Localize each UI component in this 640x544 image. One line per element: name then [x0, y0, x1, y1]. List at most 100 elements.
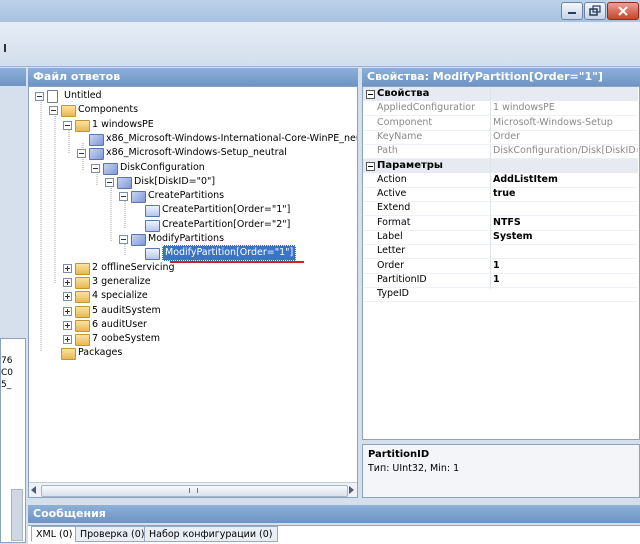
answer-file-header: Файл ответов	[28, 68, 358, 86]
property-value[interactable]: 1	[493, 259, 638, 273]
tree-node-label: x86_Microsoft-Windows-International-Core…	[106, 132, 358, 144]
expand-icon[interactable]	[63, 292, 72, 302]
expand-icon[interactable]	[63, 320, 72, 330]
property-value[interactable]: NTFS	[493, 216, 638, 230]
tree-node-selected[interactable]: ModifyPartition[Order="1"]	[29, 245, 357, 262]
tree-horizontal-scrollbar[interactable]	[29, 482, 357, 497]
category-title: Свойства	[377, 88, 430, 99]
tree-node[interactable]: 4 specialize	[29, 289, 357, 304]
component-icon	[89, 133, 104, 146]
property-row[interactable]: Label System	[363, 230, 638, 245]
property-value[interactable]: System	[493, 230, 638, 244]
left-scrollbar[interactable]	[11, 489, 23, 541]
tree-node[interactable]: Disk[DiskID="0"]	[29, 175, 357, 189]
collapse-icon[interactable]	[119, 235, 128, 244]
collapse-icon[interactable]	[63, 120, 72, 130]
property-row[interactable]: Component Microsoft-Windows-Setup	[363, 116, 638, 131]
property-row[interactable]: TypeID	[363, 287, 638, 303]
minimize-icon	[568, 12, 576, 14]
property-row[interactable]: Active true	[363, 187, 638, 203]
scroll-left-icon[interactable]	[31, 486, 36, 494]
expand-icon[interactable]	[63, 277, 72, 287]
component-icon	[117, 176, 132, 189]
property-category[interactable]: Свойства	[363, 87, 638, 101]
tree-node[interactable]: CreatePartitions	[29, 189, 357, 204]
tree-node[interactable]: 5 auditSystem	[29, 304, 357, 318]
restore-button[interactable]	[584, 2, 606, 20]
collapse-icon[interactable]	[49, 106, 58, 116]
collapse-icon[interactable]	[119, 192, 128, 202]
property-row[interactable]: Action AddListItem	[363, 173, 638, 188]
folder-icon	[61, 348, 76, 361]
tab-configuration-set[interactable]: Набор конфигурации (0)	[144, 526, 278, 542]
property-grid[interactable]: Свойства AppliedConfigurationPass 1 window…	[362, 86, 640, 440]
collapse-icon[interactable]	[105, 177, 114, 187]
tree-node[interactable]: CreatePartition[Order="2"]	[29, 218, 357, 232]
property-name: Component	[377, 116, 433, 128]
tree-node-label: CreatePartitions	[148, 190, 225, 202]
tab-validation[interactable]: Проверка (0)	[75, 526, 150, 542]
description-text: Тип: UInt32, Min: 1	[368, 463, 460, 474]
setting-icon	[145, 219, 160, 232]
tree-node[interactable]: DiskConfiguration	[29, 161, 357, 175]
property-value[interactable]: AddListItem	[493, 173, 638, 187]
tree-node[interactable]: 7 oobeSystem	[29, 332, 357, 347]
answer-file-pane: Файл ответов Untitled Components 1 windows…	[28, 68, 358, 498]
scroll-right-icon[interactable]	[349, 486, 354, 494]
property-row[interactable]: Order 1	[363, 259, 638, 274]
property-category[interactable]: Параметры	[363, 158, 638, 173]
tree-node-label: 4 specialize	[92, 290, 148, 302]
collapse-icon[interactable]	[366, 90, 375, 99]
property-row[interactable]: KeyName Order	[363, 130, 638, 145]
tree-node[interactable]: x86_Microsoft-Windows-Setup_neutral	[29, 146, 357, 161]
tree-node-label: 5 auditSystem	[92, 304, 161, 316]
property-name: Action	[377, 173, 407, 185]
property-value[interactable]: true	[493, 187, 638, 201]
tree-node[interactable]: 3 generalize	[29, 275, 357, 289]
tree-node-label: ModifyPartition[Order="1"]	[162, 245, 297, 262]
tab-xml[interactable]: XML (0)	[31, 526, 78, 542]
property-name: Active	[377, 188, 407, 200]
tree-node[interactable]: 1 windowsPE	[29, 118, 357, 132]
expand-icon[interactable]	[63, 263, 72, 273]
property-name: PartitionID	[377, 273, 427, 285]
property-name: Letter	[377, 245, 406, 257]
folder-icon	[61, 105, 76, 118]
tree-node[interactable]: 6 auditUser	[29, 318, 357, 332]
property-row[interactable]: AppliedConfigurationPass 1 windowsPE	[363, 101, 638, 117]
scrollbar-thumb[interactable]	[41, 485, 348, 497]
tree-node[interactable]: Components	[29, 103, 357, 118]
property-value[interactable]: 1	[493, 273, 638, 287]
tree-node-label: 1 windowsPE	[92, 118, 154, 130]
close-button[interactable]	[607, 2, 639, 20]
property-row[interactable]: Format NTFS	[363, 216, 638, 231]
window-title-bar	[0, 0, 640, 22]
expand-icon[interactable]	[63, 335, 72, 345]
property-row[interactable]: Extend	[363, 201, 638, 217]
property-value: 1 windowsPE	[493, 102, 555, 114]
collapse-icon[interactable]	[77, 149, 86, 159]
tree-node[interactable]: Packages	[29, 346, 357, 361]
tree-node[interactable]: ModifyPartitions	[29, 232, 357, 246]
tree-node[interactable]: x86_Microsoft-Windows-International-Core…	[29, 132, 358, 146]
tree-node[interactable]: Untitled	[29, 89, 357, 103]
messages-tabs: XML (0) Проверка (0) Набор конфигурации …	[28, 525, 640, 544]
property-description-box: PartitionID Тип: UInt32, Min: 1	[362, 444, 640, 498]
property-row[interactable]: Path DiskConfiguration/Disk[DiskID="0	[363, 144, 638, 160]
property-name: Format	[377, 216, 411, 228]
answer-file-tree[interactable]: Untitled Components 1 windowsPE x86_Microso…	[28, 86, 358, 498]
expand-icon[interactable]	[63, 306, 72, 316]
collapse-icon[interactable]	[35, 92, 44, 101]
collapse-icon[interactable]	[91, 163, 100, 173]
tree-node-label: Disk[DiskID="0"]	[134, 175, 216, 187]
property-row[interactable]: Letter	[363, 244, 638, 260]
collapse-icon[interactable]	[366, 161, 375, 171]
menu-toolbar-area	[0, 22, 640, 67]
minimize-button[interactable]	[561, 2, 583, 20]
tree-node-label: ModifyPartitions	[148, 233, 225, 244]
property-row[interactable]: PartitionID 1	[363, 273, 638, 288]
properties-header: Свойства: ModifyPartition[Order="1"]	[362, 68, 640, 86]
restore-icon	[589, 5, 601, 16]
tree-node-label: 6 auditUser	[92, 318, 147, 330]
tree-node[interactable]: CreatePartition[Order="1"]	[29, 203, 357, 218]
